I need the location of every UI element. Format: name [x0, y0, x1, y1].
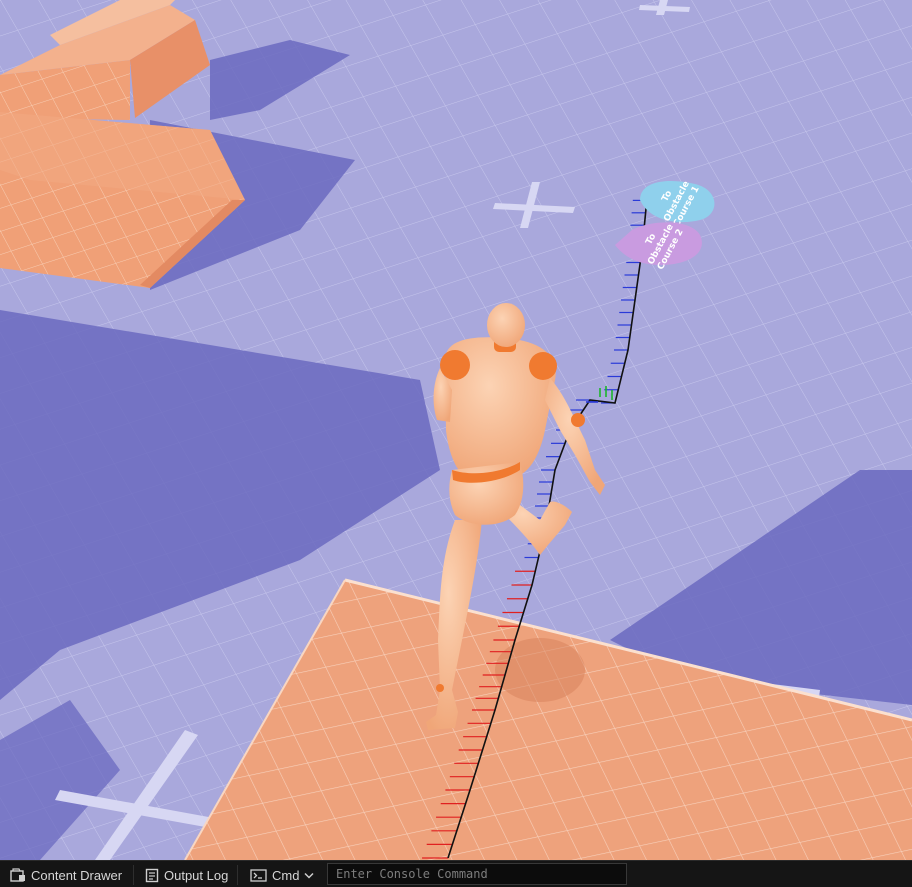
output-log-button[interactable]: Output Log — [139, 864, 234, 886]
console-command-input[interactable] — [327, 863, 627, 885]
output-log-icon — [145, 868, 159, 882]
cmd-dropdown[interactable]: Cmd — [244, 864, 320, 886]
chevron-down-icon — [304, 872, 314, 879]
content-drawer-label: Content Drawer — [31, 867, 123, 883]
viewport-scene: To Obstacle Course 1 To Obstacle Course … — [0, 0, 912, 860]
output-log-label: Output Log — [164, 867, 229, 883]
level-viewport[interactable]: To Obstacle Course 1 To Obstacle Course … — [0, 0, 912, 860]
terminal-icon — [250, 868, 267, 882]
divider — [237, 865, 238, 885]
content-drawer-icon — [10, 868, 25, 882]
character-shadow — [495, 638, 585, 702]
cmd-label: Cmd — [272, 867, 300, 883]
editor-bottom-bar: Content Drawer Output Log Cmd — [0, 860, 912, 887]
content-drawer-button[interactable]: Content Drawer — [4, 864, 128, 886]
divider — [133, 865, 134, 885]
